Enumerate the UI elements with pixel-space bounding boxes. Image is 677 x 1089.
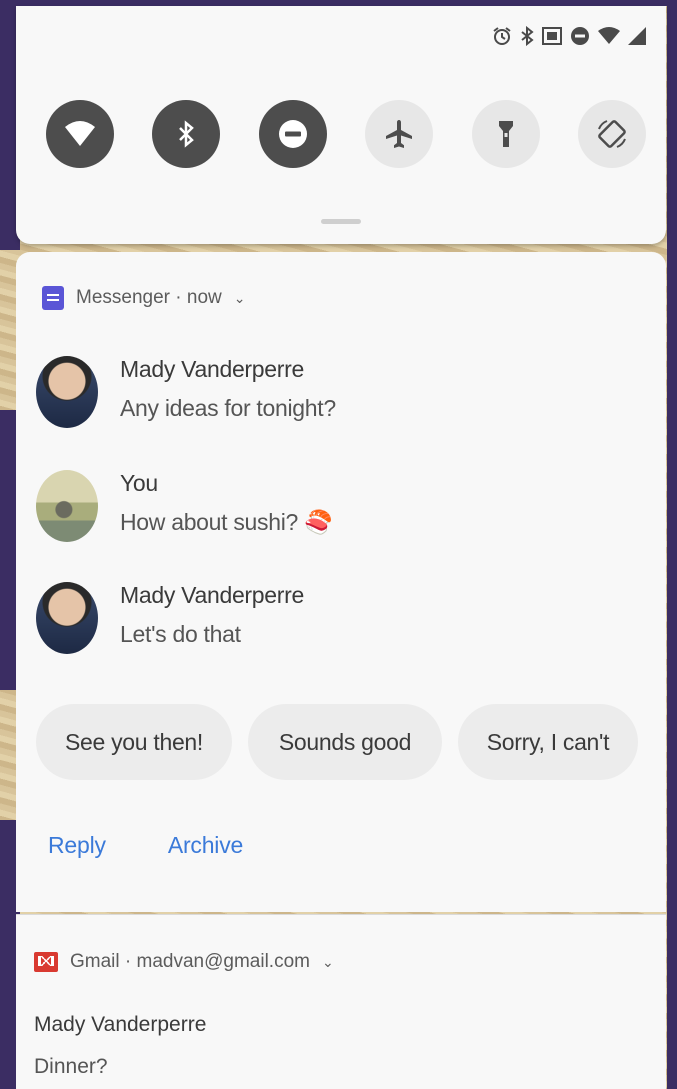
app-name: Gmail · madvan@gmail.com xyxy=(70,951,310,972)
avatar xyxy=(36,582,98,654)
message-text: Any ideas for tonight? xyxy=(120,395,336,421)
tile-wifi[interactable] xyxy=(46,100,114,168)
message-item: You How about sushi? 🍣 xyxy=(36,470,636,542)
wifi-icon xyxy=(598,27,620,49)
chevron-down-icon[interactable]: ⌄ xyxy=(322,954,334,971)
message-item: Mady Vanderperre Any ideas for tonight? xyxy=(36,356,636,428)
tile-do-not-disturb[interactable] xyxy=(258,100,327,168)
quick-settings-tiles xyxy=(46,100,646,168)
drag-handle[interactable] xyxy=(321,219,361,224)
message-item: Mady Vanderperre Let's do that xyxy=(36,582,636,654)
tile-airplane-mode[interactable] xyxy=(365,100,434,168)
cast-icon xyxy=(542,27,562,49)
notification-header[interactable]: Messenger · now ⌄ xyxy=(42,286,245,310)
airplane-icon xyxy=(386,120,413,148)
avatar xyxy=(36,470,98,542)
tile-auto-rotate[interactable] xyxy=(577,100,646,168)
message-text: How about sushi? 🍣 xyxy=(120,509,333,535)
alarm-icon xyxy=(492,26,512,50)
smart-reply-chip[interactable]: See you then! xyxy=(36,704,232,780)
notification-header[interactable]: Gmail · madvan@gmail.com ⌄ xyxy=(34,951,334,973)
gmail-notification[interactable]: Gmail · madvan@gmail.com ⌄ Mady Vanderpe… xyxy=(16,915,666,1089)
chevron-down-icon[interactable]: ⌄ xyxy=(234,290,246,307)
notification-actions: Reply Archive xyxy=(48,832,243,859)
signal-icon xyxy=(628,27,646,49)
quick-settings-panel xyxy=(16,6,666,244)
smart-reply-chip[interactable]: Sounds good xyxy=(248,704,442,780)
message-sender: You xyxy=(120,470,158,496)
reply-button[interactable]: Reply xyxy=(48,832,106,859)
app-name: Messenger · now xyxy=(76,287,222,308)
tile-bluetooth[interactable] xyxy=(152,100,221,168)
status-bar-icons xyxy=(492,25,646,50)
avatar xyxy=(36,356,98,428)
bluetooth-icon xyxy=(520,25,534,50)
messenger-notification[interactable]: Messenger · now ⌄ Mady Vanderperre Any i… xyxy=(16,252,666,912)
wifi-icon xyxy=(65,121,95,146)
bluetooth-icon xyxy=(179,120,195,148)
smart-reply-chip[interactable]: Sorry, I can't xyxy=(458,704,638,780)
smart-replies: See you then! Sounds good Sorry, I can't xyxy=(36,704,646,780)
message-sender: Mady Vanderperre xyxy=(120,356,304,382)
flashlight-icon xyxy=(498,121,513,147)
do-not-disturb-icon xyxy=(278,120,307,148)
tile-flashlight[interactable] xyxy=(471,100,540,168)
auto-rotate-icon xyxy=(598,120,626,148)
do-not-disturb-icon xyxy=(570,26,590,50)
email-subject: Dinner? xyxy=(34,1055,108,1078)
archive-button[interactable]: Archive xyxy=(168,832,243,859)
background-frame-right xyxy=(667,0,677,1089)
message-sender: Mady Vanderperre xyxy=(120,582,304,608)
message-text: Let's do that xyxy=(120,621,241,647)
email-sender: Mady Vanderperre xyxy=(34,1013,207,1036)
messenger-app-icon xyxy=(42,286,64,310)
gmail-app-icon xyxy=(34,952,58,972)
